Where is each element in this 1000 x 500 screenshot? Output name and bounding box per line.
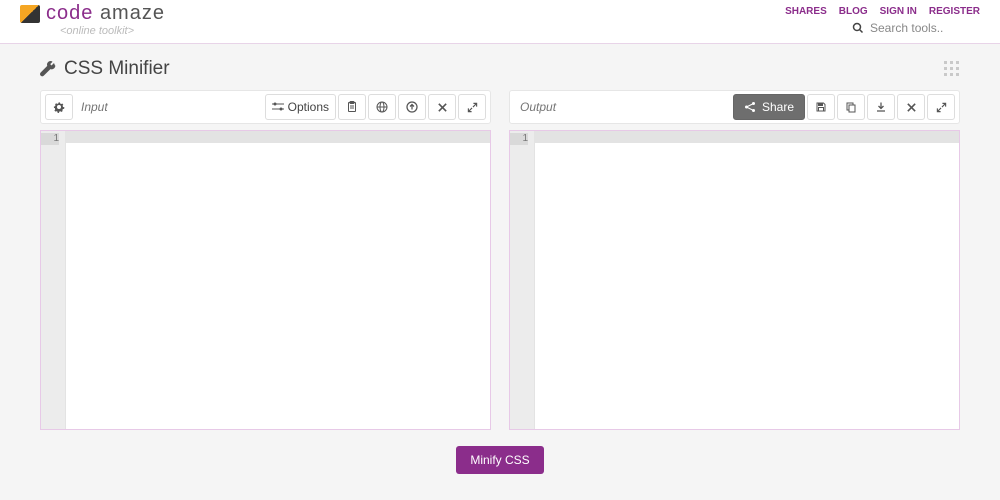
output-label[interactable]: [520, 100, 622, 114]
output-editor[interactable]: 1: [509, 130, 960, 430]
link-shares[interactable]: SHARES: [785, 6, 827, 17]
input-panel: Options 1: [40, 90, 491, 430]
output-panel: Share 1: [509, 90, 960, 430]
input-toolbar: Options: [40, 90, 491, 124]
brand[interactable]: code amaze <online toolkit>: [20, 2, 165, 37]
save-icon: [815, 101, 827, 113]
link-signin[interactable]: SIGN IN: [880, 6, 917, 17]
download-icon: [875, 101, 887, 113]
settings-button[interactable]: [45, 94, 73, 120]
search[interactable]: [852, 21, 980, 35]
close-icon: [906, 102, 917, 113]
wrench-icon: [40, 61, 56, 77]
load-url-button[interactable]: [368, 94, 396, 120]
link-blog[interactable]: BLOG: [839, 6, 868, 17]
expand-output-button[interactable]: [927, 94, 955, 120]
page-title: CSS Minifier: [64, 58, 170, 80]
paste-button[interactable]: [338, 94, 366, 120]
search-input[interactable]: [870, 21, 980, 35]
share-icon: [744, 101, 756, 113]
clear-output-button[interactable]: [897, 94, 925, 120]
sliders-icon: [272, 102, 284, 112]
clipboard-icon: [346, 101, 358, 113]
layout-grid-icon[interactable]: [944, 61, 960, 77]
save-button[interactable]: [807, 94, 835, 120]
download-button[interactable]: [867, 94, 895, 120]
search-icon: [852, 22, 864, 34]
brand-name: code amaze: [46, 2, 165, 25]
expand-input-button[interactable]: [458, 94, 486, 120]
output-toolbar: Share: [509, 90, 960, 124]
expand-icon: [936, 102, 947, 113]
close-icon: [437, 102, 448, 113]
options-button[interactable]: Options: [265, 94, 336, 120]
output-gutter: 1: [510, 131, 535, 429]
input-label[interactable]: [81, 100, 259, 114]
input-editor[interactable]: 1: [40, 130, 491, 430]
upload-icon: [406, 101, 418, 113]
link-register[interactable]: REGISTER: [929, 6, 980, 17]
minify-button[interactable]: Minify CSS: [456, 446, 543, 474]
upload-button[interactable]: [398, 94, 426, 120]
top-links: SHARES BLOG SIGN IN REGISTER: [785, 2, 980, 17]
share-button[interactable]: Share: [733, 94, 805, 120]
logo-icon: [20, 5, 40, 23]
expand-icon: [467, 102, 478, 113]
copy-icon: [845, 101, 857, 113]
input-gutter: 1: [41, 131, 66, 429]
copy-button[interactable]: [837, 94, 865, 120]
clear-input-button[interactable]: [428, 94, 456, 120]
globe-icon: [376, 101, 388, 113]
gear-icon: [53, 101, 65, 113]
brand-subtitle: <online toolkit>: [60, 25, 165, 37]
